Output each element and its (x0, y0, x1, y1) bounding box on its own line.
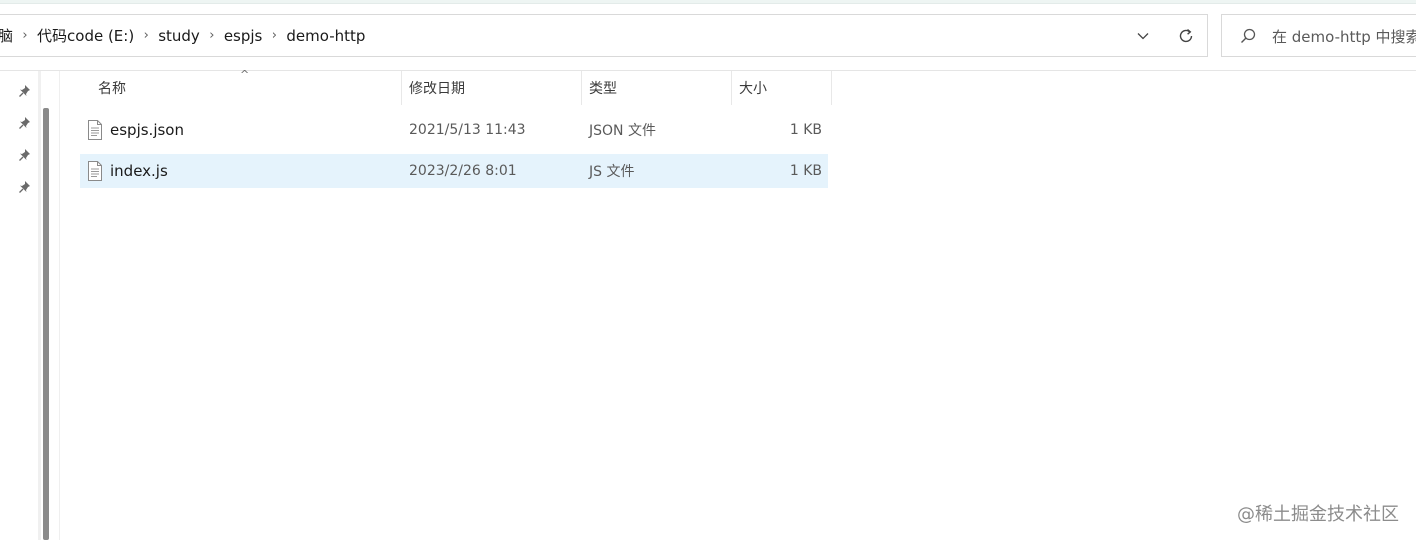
column-header-type-label: 类型 (589, 81, 617, 97)
pin-icon[interactable] (18, 179, 32, 193)
breadcrumb: 脑 › 代码code (E:) › study › espjs › demo-h… (0, 15, 365, 56)
column-header-modified[interactable]: 修改日期 (401, 71, 582, 105)
file-row[interactable]: espjs.json 2021/5/13 11:43 JSON 文件 1 KB (80, 113, 828, 147)
file-type: JSON 文件 (589, 123, 656, 139)
file-size: 1 KB (789, 122, 822, 138)
search-input[interactable]: 在 demo-http 中搜索 (1272, 26, 1416, 47)
file-row-selected[interactable]: index.js 2023/2/26 8:01 JS 文件 1 KB (80, 154, 828, 188)
window-top-strip (0, 0, 1416, 4)
breadcrumb-item-drive[interactable]: 代码code (E:) (37, 25, 134, 46)
column-header-type[interactable]: 类型 (581, 71, 732, 105)
chevron-down-icon[interactable] (1131, 24, 1155, 48)
column-header-size-label: 大小 (739, 81, 767, 97)
file-modified: 2021/5/13 11:43 (409, 122, 526, 138)
file-name[interactable]: espjs.json (110, 113, 184, 147)
address-bar[interactable]: 脑 › 代码code (E:) › study › espjs › demo-h… (0, 14, 1208, 57)
breadcrumb-separator-icon[interactable]: › (13, 28, 37, 43)
text-file-icon (87, 120, 103, 140)
column-header-size[interactable]: 大小 (731, 71, 832, 105)
breadcrumb-separator-icon[interactable]: › (200, 28, 224, 43)
sort-ascending-icon: ^ (240, 68, 250, 81)
nav-scrollbar-thumb[interactable] (43, 108, 49, 540)
pin-icon[interactable] (18, 83, 32, 97)
file-type: JS 文件 (589, 164, 635, 180)
breadcrumb-item-demo-http[interactable]: demo-http (286, 27, 365, 45)
breadcrumb-separator-icon[interactable]: › (262, 28, 286, 43)
breadcrumb-item-this-pc[interactable]: 脑 (0, 25, 13, 46)
pin-icon[interactable] (18, 147, 32, 161)
file-size: 1 KB (789, 163, 822, 179)
breadcrumb-item-study[interactable]: study (158, 27, 200, 45)
text-file-icon (87, 161, 103, 181)
refresh-icon[interactable] (1174, 24, 1198, 48)
breadcrumb-item-espjs[interactable]: espjs (224, 27, 263, 45)
column-header-name-label: 名称 (98, 81, 126, 97)
nav-scrollbar-track[interactable] (38, 71, 41, 540)
column-header-modified-label: 修改日期 (409, 81, 465, 97)
file-modified: 2023/2/26 8:01 (409, 163, 517, 179)
watermark: @稀土掘金技术社区 (1237, 504, 1399, 525)
breadcrumb-separator-icon[interactable]: › (134, 28, 158, 43)
search-icon (1239, 27, 1257, 45)
search-box[interactable]: 在 demo-http 中搜索 (1221, 14, 1416, 57)
pin-icon[interactable] (18, 115, 32, 129)
file-name[interactable]: index.js (110, 154, 168, 188)
pane-divider (59, 71, 60, 540)
